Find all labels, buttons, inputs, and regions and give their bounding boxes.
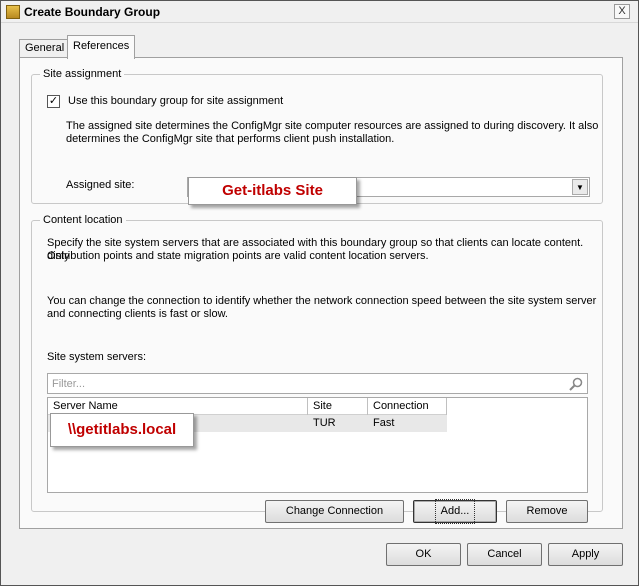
assigned-site-value: Get-itlabs Site: [188, 177, 357, 205]
add-label: Add...: [434, 499, 476, 524]
change-connection-button[interactable]: Change Connection: [265, 500, 404, 523]
window-title: Create Boundary Group: [24, 5, 161, 19]
row-site-cell: TUR: [313, 417, 336, 429]
column-connection[interactable]: Connection: [368, 398, 447, 415]
site-assignment-checkbox[interactable]: ✓: [47, 95, 60, 108]
site-assignment-description-line1: The assigned site determines the ConfigM…: [66, 120, 599, 132]
content-location-group-label: Content location: [40, 214, 126, 226]
apply-button[interactable]: Apply: [548, 543, 623, 566]
site-assignment-group-label: Site assignment: [40, 68, 125, 80]
add-button[interactable]: Add...: [413, 499, 497, 524]
site-assignment-description-line2: determines the ConfigMgr site that perfo…: [66, 133, 395, 145]
content-location-description2-line1: You can change the connection to identif…: [47, 295, 597, 307]
checkbox-check-icon: ✓: [48, 95, 59, 107]
cancel-label: Cancel: [487, 548, 522, 560]
tab-general[interactable]: General: [19, 39, 71, 58]
apply-label: Apply: [571, 548, 600, 560]
dialog-window: Create Boundary Group X General Referenc…: [0, 0, 639, 586]
title-bar: Create Boundary Group X: [1, 1, 638, 23]
search-icon[interactable]: [569, 377, 583, 391]
close-icon[interactable]: X: [614, 4, 630, 19]
row-connection-cell: Fast: [373, 417, 395, 429]
ok-button[interactable]: OK: [386, 543, 461, 566]
filter-input[interactable]: Filter...: [47, 373, 588, 394]
remove-button[interactable]: Remove: [506, 500, 588, 523]
cancel-button[interactable]: Cancel: [467, 543, 542, 566]
app-icon: [6, 5, 20, 19]
dropdown-arrow-icon[interactable]: ▼: [572, 179, 588, 195]
site-system-servers-label: Site system servers:: [47, 351, 147, 363]
tab-references[interactable]: References: [67, 35, 136, 59]
content-location-description1-line2: distribution points and state migration …: [47, 250, 429, 262]
site-assignment-checkbox-label[interactable]: Use this boundary group for site assignm…: [68, 95, 283, 108]
content-location-description2-line2: and connecting clients is fast or slow.: [47, 308, 228, 320]
content-location-group: Content location Specify the site system…: [31, 214, 603, 524]
assigned-site-label: Assigned site:: [66, 179, 135, 191]
ok-label: OK: [415, 548, 432, 560]
filter-placeholder: Filter...: [52, 378, 86, 390]
server-name-cell: \\getitlabs.local: [50, 413, 194, 447]
references-panel: Site assignment ✓ Use this boundary grou…: [19, 57, 623, 529]
change-connection-label: Change Connection: [285, 505, 384, 517]
remove-label: Remove: [526, 505, 568, 517]
column-site[interactable]: Site: [308, 398, 368, 415]
